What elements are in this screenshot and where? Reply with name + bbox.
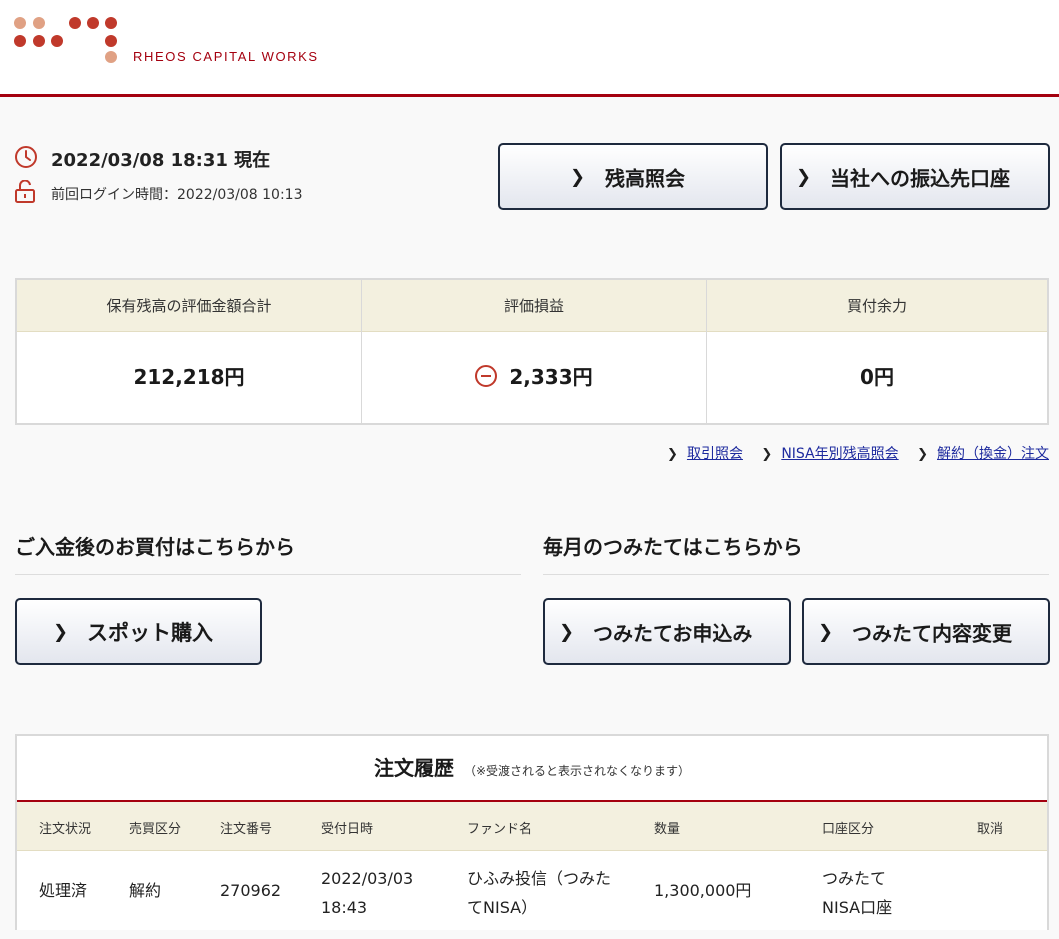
transfer-account-label: 当社への振込先口座 [830,166,1010,190]
total-value: 212,218円 [133,365,245,389]
order-time: 18:43 [321,898,368,917]
spot-purchase-button[interactable]: ❯ スポット購入 [15,598,262,665]
order-type: 解約 [129,881,162,900]
chevron-right-icon: ❯ [570,166,586,187]
tsumitate-apply-button[interactable]: ❯ つみたてお申込み [543,598,791,665]
fund-name: ひふみ投信（つみた てNISA） [467,864,611,922]
chevron-right-icon: ❯ [796,166,812,187]
chevron-right-icon: ❯ [818,621,834,642]
order-history-title: 注文履歴 [373,756,454,780]
logo-dot [14,35,26,47]
minus-circle-icon [475,365,498,387]
order-history-note: （※受渡されると表示されなくなります） [463,764,691,778]
tsumitate-section-title: 毎月のつみたてはこちらから [543,535,803,559]
order-datetime: 2022/03/03 18:43 [321,864,413,922]
cancel-order-link[interactable]: 解約（換金）注文 [937,446,1049,462]
logo-dot [14,17,26,29]
transactions-link[interactable]: 取引照会 [687,446,743,462]
logo-dot [105,35,117,47]
last-login-text: 前回ログイン時間：2022/03/08 10:13 [51,187,303,203]
summary-profit-loss: 評価損益 2,333円 [361,280,706,423]
order-history: 注文履歴 （※受渡されると表示されなくなります） 注文状況 売買区分 注文番号 受… [15,734,1049,930]
order-quantity: 1,300,000円 [654,881,752,900]
site-header: RHEOS CAPITAL WORKS [0,0,1059,97]
column-header: 取消 [977,822,1004,837]
nisa-link-item: ❯ NISA年別残高照会 [761,443,898,463]
logo-dot [69,17,81,29]
table-header: 注文状況 売買区分 注文番号 受付日時 ファンド名 数量 口座区分 取消 [17,802,1047,850]
profit-loss-cell: 2,333円 [362,332,706,423]
tsumitate-apply-label: つみたてお申込み [593,621,753,645]
purchase-section-title: ご入金後のお買付はこちらから [15,535,295,559]
summary-header: 買付余力 [707,280,1047,332]
order-date: 2022/03/03 [321,869,414,888]
clock-icon [15,146,37,168]
logo-dot [87,17,99,29]
fund-name-line: てNISA） [467,898,538,917]
order-status: 処理済 [39,881,88,900]
logo-dot [51,35,63,47]
column-header: 注文状況 [39,822,92,837]
cancel-link-item: ❯ 解約（換金）注文 [917,443,1049,463]
logo-dot [105,51,117,63]
brand-logo[interactable]: RHEOS CAPITAL WORKS [14,13,334,73]
quick-links: ❯ 取引照会 ❯ NISA年別残高照会 ❯ 解約（換金）注文 [653,443,1049,463]
column-header: 売買区分 [129,822,182,837]
buying-power-value: 0円 [860,365,894,389]
column-header: 口座区分 [822,822,875,837]
balance-summary: 保有残高の評価金額合計 212,218円 評価損益 2,333円 買付余力 0円 [15,278,1049,425]
summary-buying-power: 買付余力 0円 [706,280,1047,423]
order-number: 270962 [220,881,282,900]
chevron-right-icon: ❯ [53,621,69,642]
chevron-right-icon: ❯ [761,447,773,462]
transactions-link-item: ❯ 取引照会 [667,443,743,463]
summary-header: 評価損益 [362,280,706,332]
chevron-right-icon: ❯ [559,621,575,642]
balance-inquiry-button[interactable]: ❯ 残高照会 [498,143,768,210]
divider [543,574,1049,575]
current-time-text: 2022/03/08 18:31 現在 [51,150,271,171]
account-type-line: NISA口座 [822,898,893,917]
table-row: 処理済 解約 270962 2022/03/03 18:43 ひふみ投信（つみた… [17,850,1047,930]
chevron-right-icon: ❯ [917,447,928,462]
unlock-icon [15,180,35,203]
logo-dot [105,17,117,29]
tsumitate-change-button[interactable]: ❯ つみたて内容変更 [802,598,1050,665]
column-header: 注文番号 [220,822,273,837]
order-history-heading: 注文履歴 （※受渡されると表示されなくなります） [17,736,1047,800]
profit-loss-value: 2,333円 [509,365,593,389]
account-type-line: つみたて [822,869,887,888]
summary-total: 保有残高の評価金額合計 212,218円 [17,280,361,423]
divider [15,574,521,575]
account-type: つみたて NISA口座 [822,864,892,922]
tsumitate-change-label: つみたて内容変更 [852,621,1012,645]
nisa-balance-link[interactable]: NISA年別残高照会 [781,446,898,462]
fund-name-line: ひふみ投信（つみた [467,869,612,888]
spot-purchase-label: スポット購入 [87,620,213,645]
order-table: 注文状況 売買区分 注文番号 受付日時 ファンド名 数量 口座区分 取消 処理済… [17,800,1047,930]
column-header: 数量 [654,822,681,837]
chevron-right-icon: ❯ [667,447,678,462]
summary-header: 保有残高の評価金額合計 [17,280,361,332]
column-header: ファンド名 [467,822,533,837]
transfer-account-button[interactable]: ❯ 当社への振込先口座 [780,143,1050,210]
balance-inquiry-label: 残高照会 [605,166,685,190]
column-header: 受付日時 [321,822,374,837]
logo-dot [33,17,45,29]
logo-wordmark: RHEOS CAPITAL WORKS [133,49,319,64]
logo-dot [33,35,45,47]
